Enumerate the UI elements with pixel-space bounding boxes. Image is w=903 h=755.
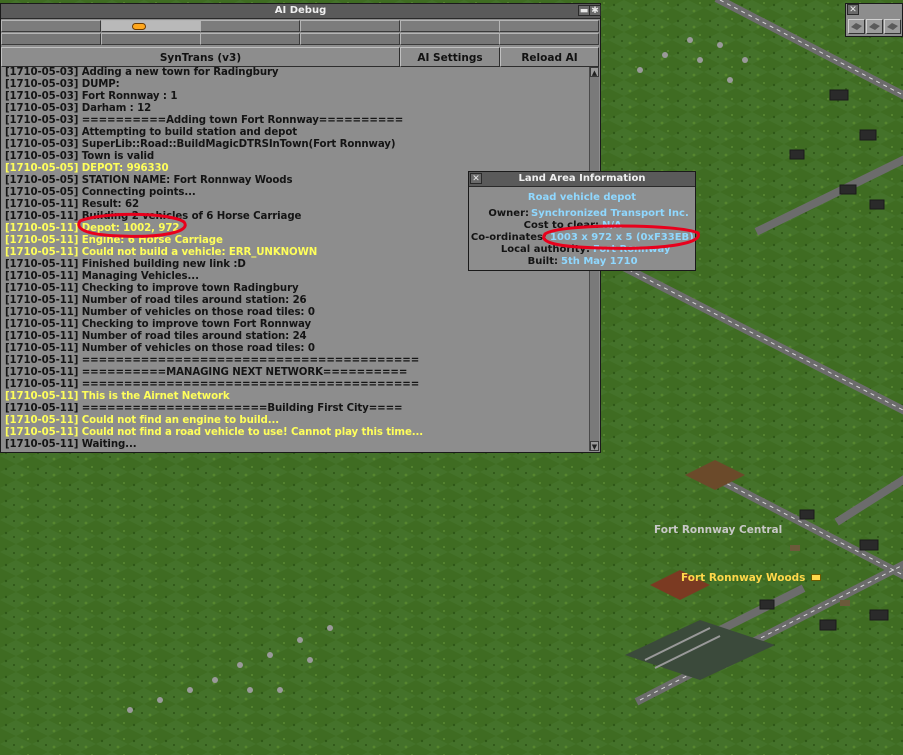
close-icon[interactable]: ✕: [847, 4, 859, 15]
built-value: 5th May 1710: [561, 256, 638, 267]
authority-value: Fort Ronnway: [593, 244, 671, 255]
town-label-fort-ronnway-central[interactable]: Fort Ronnway Central: [654, 524, 782, 536]
company-tab[interactable]: [101, 20, 201, 32]
log-line: [1710-05-11] Checking to improve town Fo…: [5, 319, 312, 330]
road-icon: [869, 23, 880, 30]
station-label-text: Fort Ronnway Woods: [681, 572, 806, 584]
log-line: [1710-05-03] Adding a new town for Radin…: [5, 67, 279, 78]
company-tab[interactable]: [200, 33, 300, 45]
road-tool-button-3[interactable]: [884, 19, 901, 34]
station-label-fort-ronnway-woods[interactable]: Fort Ronnway Woods: [681, 572, 822, 584]
tile-type: Road vehicle depot: [527, 192, 637, 203]
owner-label: Owner:: [488, 208, 529, 219]
log-line: [1710-05-11] ===========================…: [5, 379, 420, 390]
coordinates-value: 1003 x 972 x 5 (0xF33EB): [550, 232, 694, 243]
log-line: [1710-05-11] Managing Vehicles...: [5, 271, 199, 282]
cost-value: N/A: [602, 220, 622, 231]
company-tab[interactable]: [300, 33, 400, 45]
cost-label: Cost to clear:: [523, 220, 599, 231]
road-tool-button-2[interactable]: [866, 19, 883, 34]
log-line: [1710-05-03] Fort Ronnway : 1: [5, 91, 178, 102]
log-line: [1710-05-11] Could not find an engine to…: [5, 415, 280, 426]
close-icon[interactable]: ✕: [470, 173, 482, 184]
log-line: [1710-05-11] Number of vehicles on those…: [5, 343, 315, 354]
log-line: [1710-05-11] ==========MANAGING NEXT NET…: [5, 367, 408, 378]
company-color-icon: [132, 23, 146, 30]
company-tab[interactable]: [101, 33, 201, 45]
company-tab[interactable]: [400, 20, 500, 32]
scroll-down-icon[interactable]: ▼: [590, 441, 599, 451]
log-line: [1710-05-11] ======================Build…: [5, 403, 403, 414]
land-info-window: Land Area Information ✕ Road vehicle dep…: [468, 171, 696, 271]
log-line: [1710-05-11] This is the Airnet Network: [5, 391, 230, 402]
log-line: [1710-05-03] ==========Adding town Fort …: [5, 115, 404, 126]
company-tab[interactable]: [499, 20, 599, 32]
ai-debug-toolbar: SynTrans (v3) AI Settings Reload AI: [1, 47, 599, 67]
road-icon: [887, 23, 898, 30]
log-line: [1710-05-03] SuperLib::Road::BuildMagicD…: [5, 139, 396, 150]
company-tab[interactable]: [1, 33, 101, 45]
company-tab[interactable]: [200, 20, 300, 32]
log-line: [1710-05-03] Darham : 12: [5, 103, 152, 114]
window-title: AI Debug: [274, 5, 327, 16]
window-title: Land Area Information: [518, 173, 646, 184]
log-line: [1710-05-03] Town is valid: [5, 151, 155, 162]
company-tab[interactable]: [1, 20, 101, 32]
log-line: [1710-05-11] Number of road tiles around…: [5, 295, 307, 306]
log-line: [1710-05-03] Attempting to build station…: [5, 127, 297, 138]
company-tabs: [1, 19, 599, 47]
company-tab[interactable]: [400, 33, 500, 45]
scroll-up-icon[interactable]: ▲: [590, 67, 599, 77]
bus-stop-icon: [811, 574, 822, 581]
ai-settings-button[interactable]: AI Settings: [400, 47, 500, 67]
owner-value: Synchronized Transport Inc.: [531, 208, 689, 219]
ai-debug-titlebar[interactable]: AI Debug: [1, 4, 600, 19]
log-line: [1710-05-11] Could not find a road vehic…: [5, 427, 424, 438]
built-label: Built:: [527, 256, 558, 267]
land-info-titlebar[interactable]: Land Area Information: [469, 172, 695, 187]
road-tool-button-1[interactable]: [848, 19, 865, 34]
reload-ai-button[interactable]: Reload AI: [500, 47, 599, 67]
log-line: [1710-05-11] Waiting...: [5, 439, 137, 450]
log-line: [1710-05-03] DUMP:: [5, 79, 120, 90]
coordinates-label: Co-ordinates:: [470, 232, 547, 243]
pin-icon[interactable]: ✱: [589, 5, 601, 16]
authority-label: Local authority:: [500, 244, 590, 255]
road-toolbar-window: ✕: [845, 3, 903, 37]
company-tab[interactable]: [300, 20, 400, 32]
log-line: [1710-05-11] Number of vehicles on those…: [5, 307, 315, 318]
road-icon: [851, 23, 862, 30]
log-line: [1710-05-11] Number of road tiles around…: [5, 331, 307, 342]
log-line: [1710-05-11] ===========================…: [5, 355, 420, 366]
company-tab[interactable]: [499, 33, 599, 45]
log-line: [1710-05-11] Checking to improve town Ra…: [5, 283, 299, 294]
ai-name-button[interactable]: SynTrans (v3): [1, 47, 400, 67]
